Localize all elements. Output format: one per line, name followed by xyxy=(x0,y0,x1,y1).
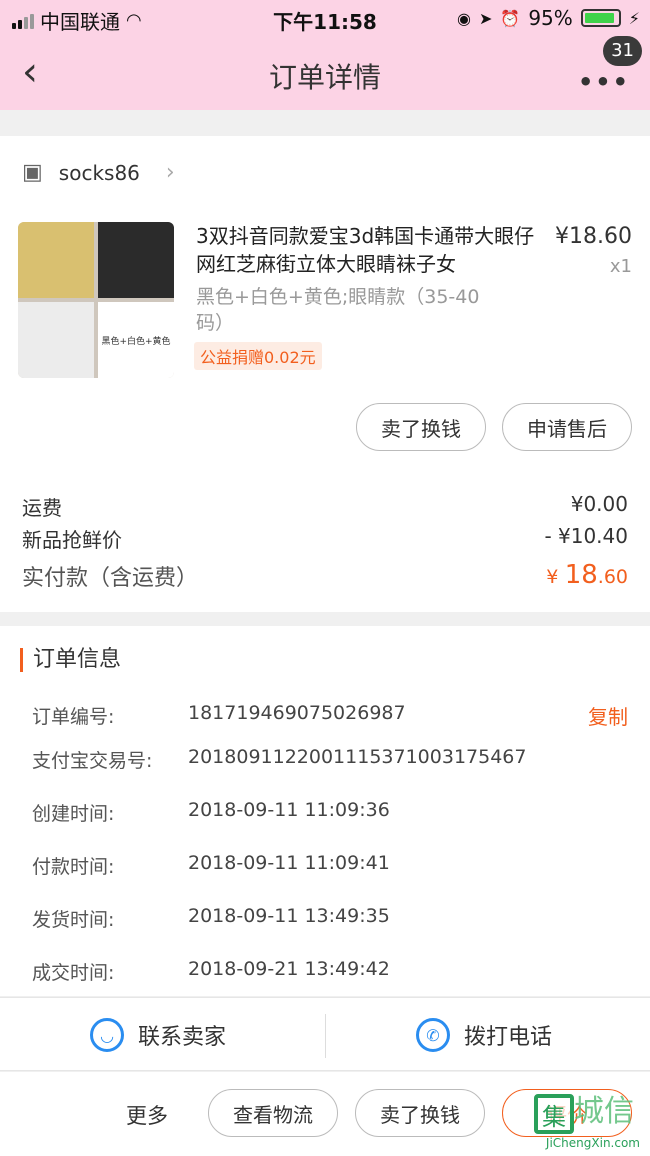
shipping-label: 运费 xyxy=(22,496,62,520)
shipped-time-value: 2018-09-11 13:49:35 xyxy=(188,905,390,927)
completed-time-label: 成交时间: xyxy=(32,962,115,984)
chevron-right-icon: › xyxy=(165,160,175,185)
header: 中国联通 ◠ 下午11:58 ◉ ➤ ⏰ 95% ⚡ ‹ 订单详情 ••• 31 xyxy=(0,0,650,110)
order-number-label: 订单编号: xyxy=(32,706,115,728)
shipping-value: ¥0.00 xyxy=(570,492,628,516)
chat-face-icon: ◡ xyxy=(90,1018,124,1052)
paid-time-value: 2018-09-11 11:09:41 xyxy=(188,852,390,874)
copy-button[interactable]: 复制 xyxy=(588,701,628,730)
donation-tag: 公益捐赠0.02元 xyxy=(194,342,322,370)
page-title: 订单详情 xyxy=(268,61,381,94)
shop-name: socks86 xyxy=(58,160,140,185)
alipay-trade-value: 2018091122001115371003175467 xyxy=(188,746,527,768)
discount-row: 新品抢鲜价 - ¥10.40 xyxy=(22,524,628,553)
shipped-time-label: 发货时间: xyxy=(32,909,115,931)
after-sale-button[interactable]: 申请售后 xyxy=(502,403,632,451)
product-title[interactable]: 3双抖音同款爱宝3d韩国卡通带大眼仔网红芝麻街立体大眼睛袜子女 xyxy=(196,222,544,278)
thumb-yellow-sock xyxy=(18,222,94,298)
status-bar: 中国联通 ◠ 下午11:58 ◉ ➤ ⏰ 95% ⚡ xyxy=(0,0,650,36)
product-price: ¥18.60 xyxy=(555,224,632,249)
paid-time-label: 付款时间: xyxy=(32,856,115,878)
shipping-row: 运费 ¥0.00 xyxy=(22,492,628,521)
thumb-white-sock xyxy=(18,302,94,378)
product-quantity: x1 xyxy=(609,256,632,277)
created-time-value: 2018-09-11 11:09:36 xyxy=(188,799,390,821)
completed-time-value: 2018-09-21 13:49:42 xyxy=(188,958,390,980)
contact-seller-label: 联系卖家 xyxy=(138,1025,227,1050)
phone-icon: ✆ xyxy=(416,1018,450,1052)
shop-icon: ▣ xyxy=(22,160,43,185)
contact-bar: ◡ 联系卖家 ✆ 拨打电话 xyxy=(0,997,650,1071)
more-dots-icon: ••• xyxy=(577,68,630,96)
bottom-sell-swap-button[interactable]: 卖了换钱 xyxy=(355,1089,485,1137)
call-phone-label: 拨打电话 xyxy=(464,1025,553,1050)
discount-value: - ¥10.40 xyxy=(544,524,628,548)
alarm-icon: ⏰ xyxy=(500,8,521,28)
lock-rotation-icon: ◉ xyxy=(457,8,471,28)
bottom-action-bar: 更多 查看物流 卖了换钱 评价 集 城信 JiChengXin.com xyxy=(0,1072,650,1156)
paid-currency: ¥ xyxy=(546,566,559,588)
created-time-label: 创建时间: xyxy=(32,803,115,825)
watermark-logo: 集 xyxy=(534,1094,574,1134)
contact-divider xyxy=(325,1014,326,1058)
paid-label: 实付款（含运费） xyxy=(22,566,199,591)
watermark-site: JiChengXin.com xyxy=(545,1136,640,1150)
sell-swap-button[interactable]: 卖了换钱 xyxy=(356,403,486,451)
status-right: ◉ ➤ ⏰ 95% ⚡ xyxy=(457,6,640,30)
more-menu-button[interactable]: ••• xyxy=(578,68,630,96)
product-thumbnail[interactable]: 黑色+白色+黄色 xyxy=(18,222,174,378)
thumb-caption: 黑色+白色+黄色 xyxy=(98,302,174,378)
nav-bar: ‹ 订单详情 ••• 31 xyxy=(0,36,650,106)
call-phone-button[interactable]: ✆ 拨打电话 xyxy=(416,998,552,1072)
paid-decimal: .60 xyxy=(597,566,628,588)
battery-percent: 95% xyxy=(528,6,573,30)
order-number-value: 181719469075026987 xyxy=(188,702,406,724)
battery-icon xyxy=(580,9,621,27)
alipay-trade-label: 支付宝交易号: xyxy=(32,750,153,772)
more-link[interactable]: 更多 xyxy=(126,1100,168,1130)
order-info-title: 订单信息 xyxy=(20,648,121,672)
location-icon: ➤ xyxy=(478,8,493,28)
paid-integer: 18 xyxy=(564,560,598,590)
paid-amount: ¥ 18.60 xyxy=(546,560,628,592)
message-count-badge: 31 xyxy=(603,36,642,66)
thumb-black-sock xyxy=(98,222,174,298)
view-logistics-button[interactable]: 查看物流 xyxy=(208,1089,338,1137)
charging-icon: ⚡ xyxy=(628,8,640,28)
paid-row: 实付款（含运费） ¥ 18.60 xyxy=(22,560,628,592)
product-spec: 黑色+白色+黄色;眼睛款（35-40码） xyxy=(196,286,480,334)
watermark-name: 城信 xyxy=(574,1094,634,1129)
contact-seller-button[interactable]: ◡ 联系卖家 xyxy=(90,998,226,1072)
shop-row[interactable]: ▣ socks86 › xyxy=(22,160,175,185)
discount-label: 新品抢鲜价 xyxy=(22,528,122,552)
